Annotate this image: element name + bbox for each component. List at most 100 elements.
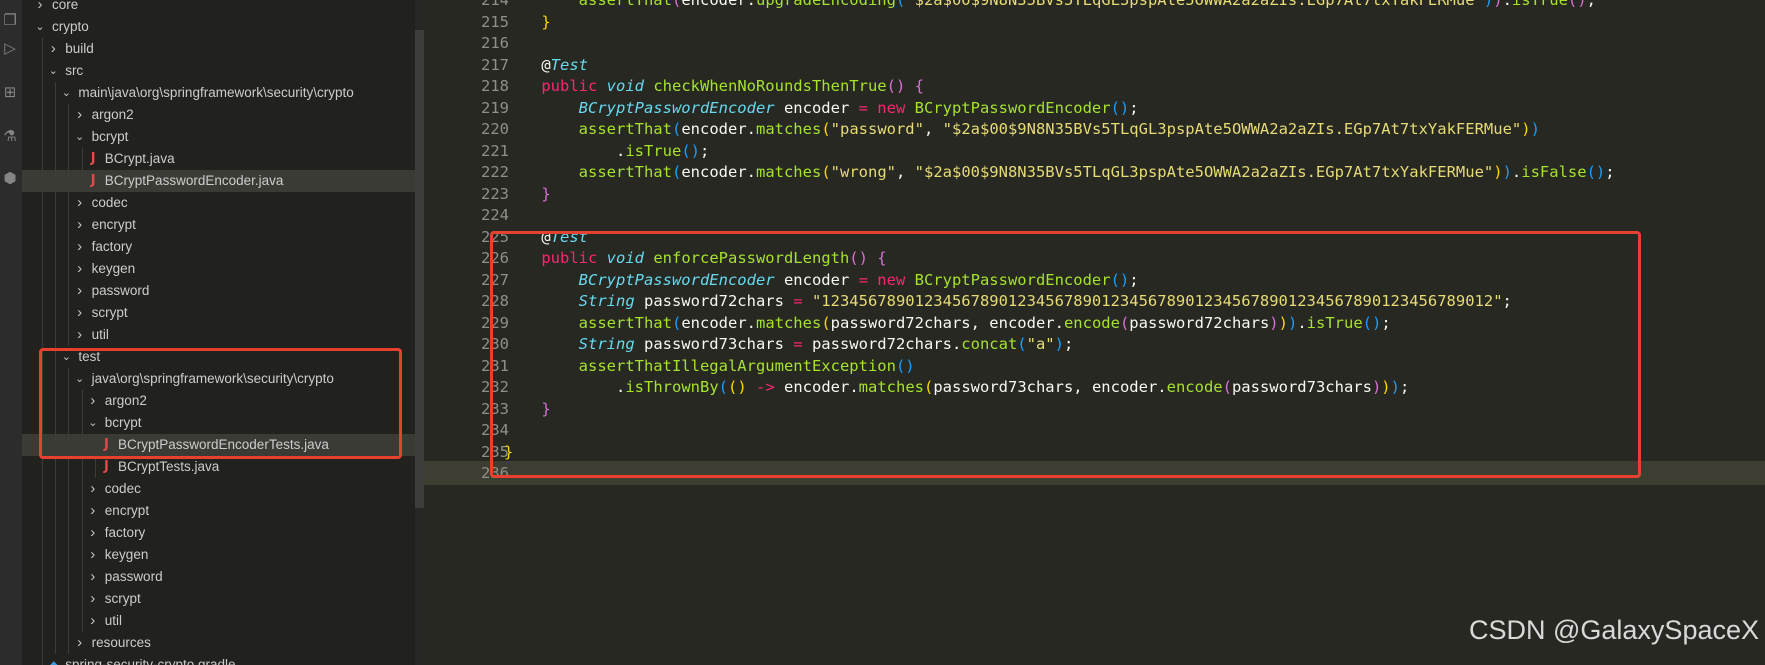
chevron-right-icon[interactable]: › <box>74 258 86 280</box>
run-debug-icon[interactable]: ▷ <box>2 40 18 56</box>
tree-folder[interactable]: ⌄ main\java\org\springframework\security\… <box>22 82 415 104</box>
indent-guide <box>81 588 83 610</box>
code-line[interactable]: 223 } <box>424 182 1765 206</box>
code-token: BCryptPasswordEncoder <box>914 270 1111 289</box>
chevron-right-icon[interactable]: › <box>74 324 86 346</box>
tree-folder[interactable]: › password <box>22 566 415 588</box>
chevron-down-icon[interactable]: ⌄ <box>34 16 46 38</box>
tree-item-label: encrypt <box>104 503 150 518</box>
chevron-right-icon[interactable]: › <box>74 104 86 126</box>
code-line[interactable]: 220 assertThat(encoder.matches("password… <box>424 117 1765 141</box>
code-line[interactable]: 219 BCryptPasswordEncoder encoder = new … <box>424 96 1765 120</box>
code-token: "a" <box>1026 335 1055 353</box>
code-line[interactable]: 231 assertThatIllegalArgumentException() <box>424 354 1765 378</box>
chevron-right-icon[interactable]: › <box>74 192 86 214</box>
tree-folder[interactable]: › keygen <box>22 544 415 566</box>
code-line[interactable]: 215 } <box>424 10 1765 34</box>
tree-folder[interactable]: › argon2 <box>22 104 415 126</box>
code-line[interactable]: 221 .isTrue(); <box>424 139 1765 163</box>
chevron-right-icon[interactable]: › <box>87 544 99 566</box>
tree-file[interactable]: J BCryptTests.java <box>22 456 415 478</box>
chevron-right-icon[interactable]: › <box>74 280 86 302</box>
tree-file[interactable]: J BCrypt.java <box>22 148 415 170</box>
chevron-right-icon[interactable]: › <box>87 566 99 588</box>
tree-folder[interactable]: ⌄ crypto <box>22 16 415 38</box>
chevron-right-icon[interactable]: › <box>87 500 99 522</box>
tree-folder[interactable]: ⌄ java\org\springframework\security\crypt… <box>22 368 415 390</box>
indent-guide <box>94 456 96 478</box>
chevron-down-icon[interactable]: ⌄ <box>60 82 72 104</box>
extensions-icon[interactable]: ⊞ <box>2 84 18 100</box>
code-line[interactable]: 233 } <box>424 397 1765 421</box>
tree-folder[interactable]: › codec <box>22 192 415 214</box>
code-line[interactable]: 218 public void checkWhenNoRoundsThenTru… <box>424 74 1765 98</box>
tree-folder[interactable]: › util <box>22 610 415 632</box>
code-line[interactable]: 234 <box>424 418 1765 442</box>
tree-folder[interactable]: ⌄ bcrypt <box>22 412 415 434</box>
chevron-right-icon[interactable]: › <box>87 522 99 544</box>
code-line[interactable]: 227 BCryptPasswordEncoder encoder = new … <box>424 268 1765 292</box>
chevron-right-icon[interactable]: › <box>87 478 99 500</box>
chevron-right-icon[interactable]: › <box>74 302 86 324</box>
tree-folder[interactable]: ⌄ src <box>22 60 415 82</box>
tree-folder[interactable]: › build <box>22 38 415 60</box>
tree-folder[interactable]: › codec <box>22 478 415 500</box>
code-line[interactable]: 228 String password72chars = "1234567890… <box>424 289 1765 313</box>
tree-folder[interactable]: › scrypt <box>22 588 415 610</box>
tree-folder[interactable]: › argon2 <box>22 390 415 412</box>
indent-guide <box>42 654 43 665</box>
tree-folder[interactable]: › factory <box>22 522 415 544</box>
code-token: = new <box>858 270 915 289</box>
gradle-file-icon: ◆ <box>49 658 59 665</box>
code-line[interactable]: 232 .isThrownBy(() -> encoder.matches(pa… <box>424 375 1765 399</box>
code-line[interactable]: 217 @Test <box>424 53 1765 77</box>
code-token: ( <box>1222 378 1232 396</box>
chevron-right-icon[interactable]: › <box>74 236 86 258</box>
sidebar-scrollbar-thumb[interactable] <box>415 30 424 508</box>
tree-folder[interactable]: › factory <box>22 236 415 258</box>
chevron-down-icon[interactable]: ⌄ <box>74 126 86 148</box>
testing-icon[interactable]: ⚗ <box>2 128 18 144</box>
remote-icon[interactable]: ⬢ <box>2 170 18 186</box>
code-line[interactable]: 216 <box>424 31 1765 55</box>
tree-folder[interactable]: › keygen <box>22 258 415 280</box>
code-token: ) <box>1483 0 1494 9</box>
indent-guide <box>94 434 96 456</box>
indent-guide <box>81 148 83 170</box>
chevron-right-icon[interactable]: › <box>34 0 46 16</box>
tree-folder[interactable]: ⌄ bcrypt <box>22 126 415 148</box>
tree-item-label: factory <box>91 239 133 254</box>
code-line[interactable]: 229 assertThat(encoder.matches(password7… <box>424 311 1765 335</box>
chevron-down-icon[interactable]: ⌄ <box>74 368 86 390</box>
tree-folder[interactable]: › scrypt <box>22 302 415 324</box>
tree-folder[interactable]: › encrypt <box>22 214 415 236</box>
code-line[interactable]: 230 String password73chars = password72c… <box>424 332 1765 356</box>
tree-file[interactable]: ◆ spring-security-crypto.gradle <box>22 654 415 665</box>
chevron-down-icon[interactable]: ⌄ <box>47 60 59 82</box>
code-line[interactable]: 225 @Test <box>424 225 1765 249</box>
code-line[interactable]: 224 <box>424 203 1765 227</box>
chevron-right-icon[interactable]: › <box>87 588 99 610</box>
tree-folder[interactable]: ⌄ test <box>22 346 415 368</box>
code-line[interactable]: 226 public void enforcePasswordLength() … <box>424 246 1765 270</box>
tree-folder[interactable]: › resources <box>22 632 415 654</box>
tree-file[interactable]: J BCryptPasswordEncoder.java <box>22 170 415 192</box>
chevron-down-icon[interactable]: ⌄ <box>87 412 99 434</box>
chevron-right-icon[interactable]: › <box>74 632 86 654</box>
code-line[interactable]: 236 <box>424 461 1765 485</box>
code-line[interactable]: 222 assertThat(encoder.matches("wrong", … <box>424 160 1765 184</box>
chevron-right-icon[interactable]: › <box>87 390 99 412</box>
tree-folder[interactable]: › encrypt <box>22 500 415 522</box>
tree-folder[interactable]: › core <box>22 0 415 16</box>
tree-file[interactable]: J BCryptPasswordEncoderTests.java <box>22 434 415 456</box>
tree-folder[interactable]: › util <box>22 324 415 346</box>
chevron-down-icon[interactable]: ⌄ <box>60 346 72 368</box>
code-editor[interactable]: 214 assertThat(encoder.upgradeEncoding("… <box>424 0 1765 665</box>
tree-folder[interactable]: › password <box>22 280 415 302</box>
chevron-right-icon[interactable]: › <box>87 610 99 632</box>
files-icon[interactable]: ❐ <box>2 12 18 28</box>
chevron-right-icon[interactable]: › <box>47 38 59 60</box>
code-line[interactable]: 235} <box>424 440 1765 464</box>
chevron-right-icon[interactable]: › <box>74 214 86 236</box>
